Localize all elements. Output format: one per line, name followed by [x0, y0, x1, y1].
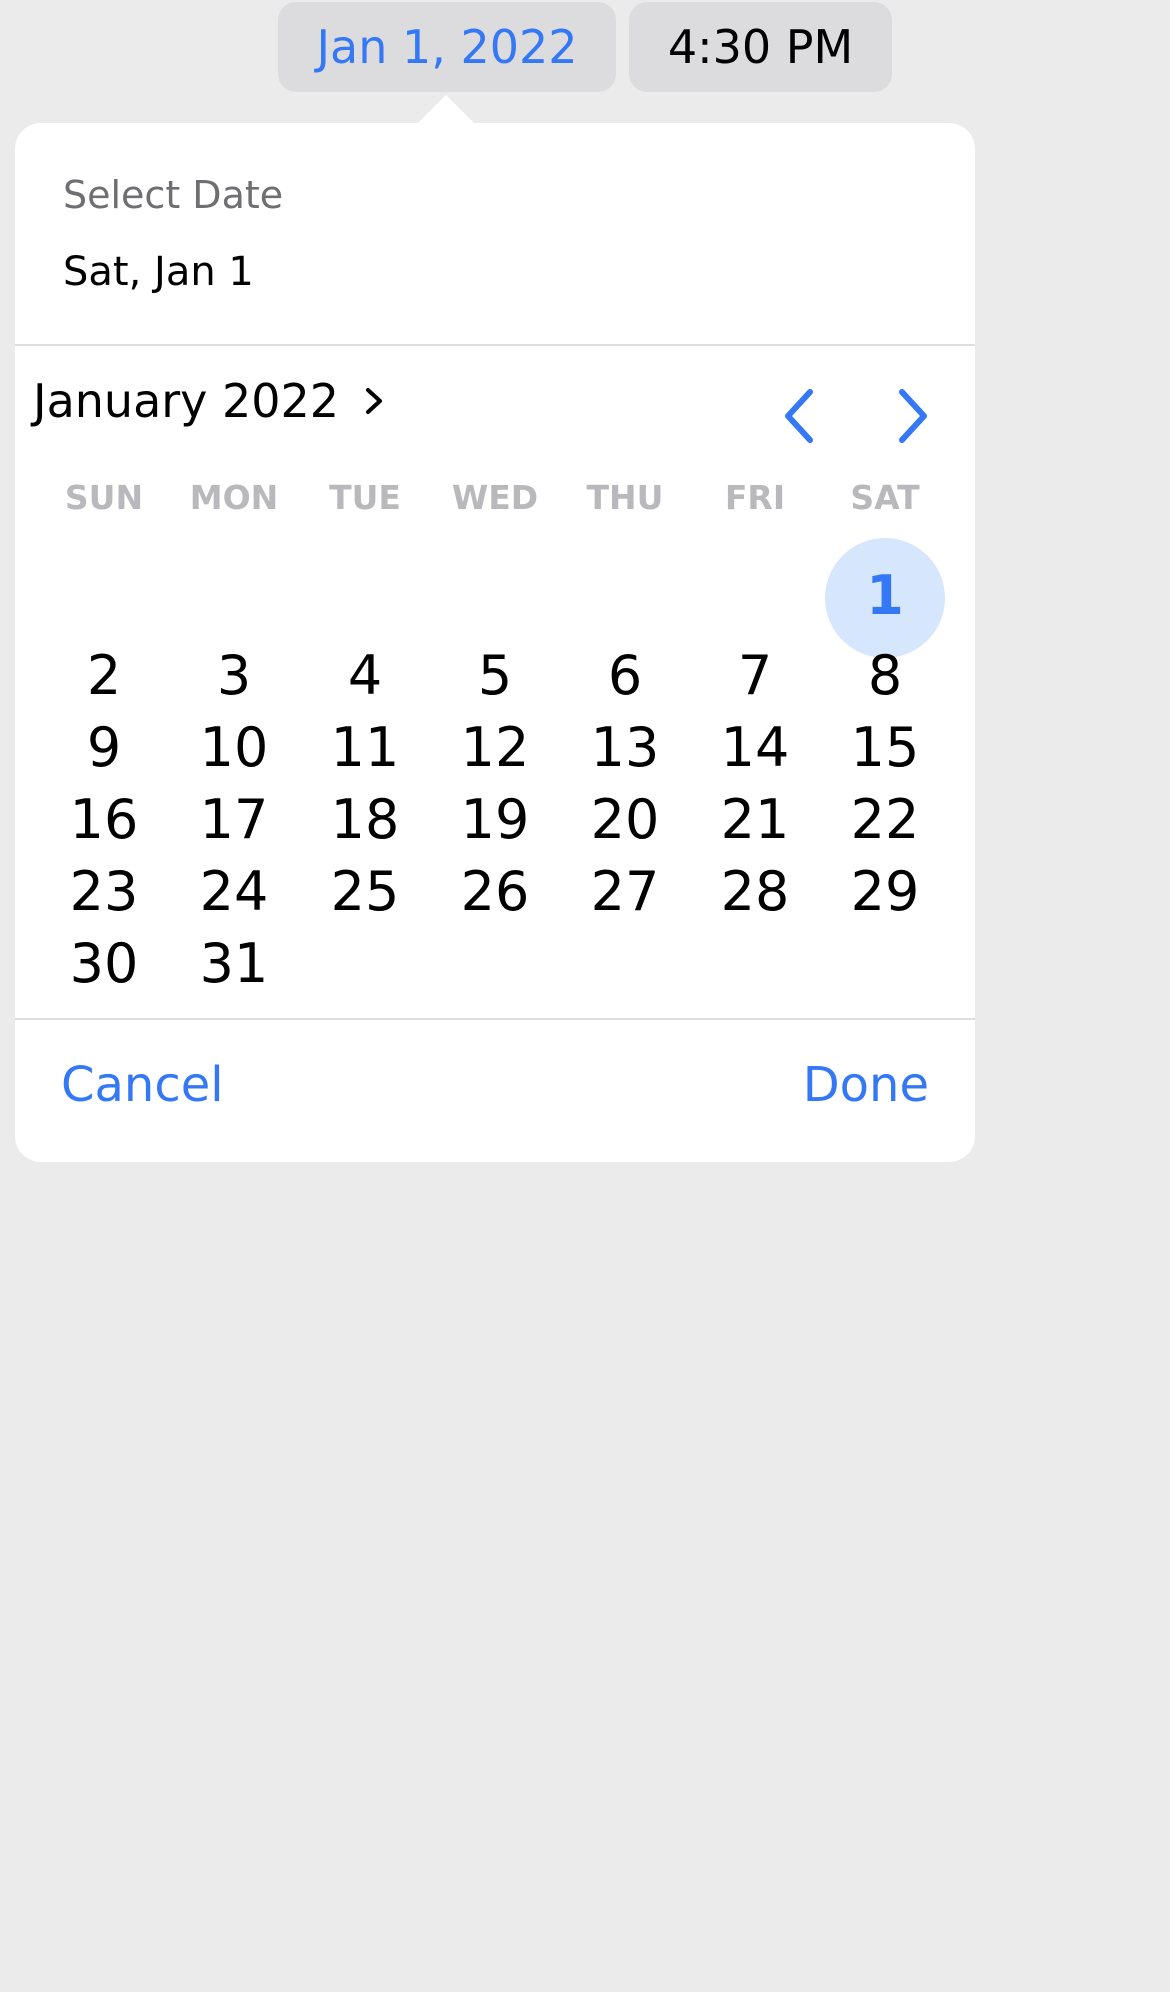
calendar-day[interactable]: 23 — [42, 856, 166, 928]
calendar-day[interactable]: 3 — [172, 640, 296, 712]
calendar-day[interactable]: 19 — [433, 784, 557, 856]
calendar-day[interactable]: 27 — [563, 856, 687, 928]
cancel-button[interactable]: Cancel — [61, 1057, 224, 1113]
calendar-day[interactable]: 30 — [42, 928, 166, 1000]
time-button[interactable]: 4:30 PM — [629, 2, 892, 92]
calendar-day[interactable]: 5 — [433, 640, 557, 712]
calendar-day[interactable]: 20 — [563, 784, 687, 856]
calendar-day[interactable]: 26 — [433, 856, 557, 928]
calendar-day[interactable]: 21 — [693, 784, 817, 856]
calendar-grid: 1 2 3 4 5 6 7 8 9 10 11 12 13 14 15 16 17 18 19 20 21 22 23 24 2… — [15, 123, 975, 1023]
calendar-day[interactable]: 17 — [172, 784, 296, 856]
calendar-day[interactable]: 2 — [42, 640, 166, 712]
calendar-day[interactable]: 6 — [563, 640, 687, 712]
calendar-day-selected[interactable]: 1 — [823, 560, 947, 632]
calendar-day[interactable]: 28 — [693, 856, 817, 928]
calendar-day[interactable]: 8 — [823, 640, 947, 712]
calendar-day[interactable]: 25 — [303, 856, 427, 928]
calendar-day[interactable]: 16 — [42, 784, 166, 856]
calendar-day[interactable]: 15 — [823, 712, 947, 784]
calendar-day[interactable]: 13 — [563, 712, 687, 784]
date-picker-popover: Select Date Sat, Jan 1 January 2022 SUN M… — [15, 123, 975, 1162]
calendar-day[interactable]: 10 — [172, 712, 296, 784]
calendar-day[interactable]: 29 — [823, 856, 947, 928]
calendar-day[interactable]: 7 — [693, 640, 817, 712]
calendar-day[interactable]: 4 — [303, 640, 427, 712]
calendar-day[interactable]: 18 — [303, 784, 427, 856]
calendar-day[interactable]: 9 — [42, 712, 166, 784]
calendar-day[interactable]: 31 — [172, 928, 296, 1000]
done-button[interactable]: Done — [803, 1057, 929, 1113]
date-button[interactable]: Jan 1, 2022 — [278, 2, 616, 92]
popover-arrow — [416, 95, 476, 125]
divider — [15, 1018, 975, 1020]
calendar-day[interactable]: 12 — [433, 712, 557, 784]
calendar-day[interactable]: 24 — [172, 856, 296, 928]
calendar-day[interactable]: 11 — [303, 712, 427, 784]
calendar-day[interactable]: 14 — [693, 712, 817, 784]
calendar-day[interactable]: 22 — [823, 784, 947, 856]
